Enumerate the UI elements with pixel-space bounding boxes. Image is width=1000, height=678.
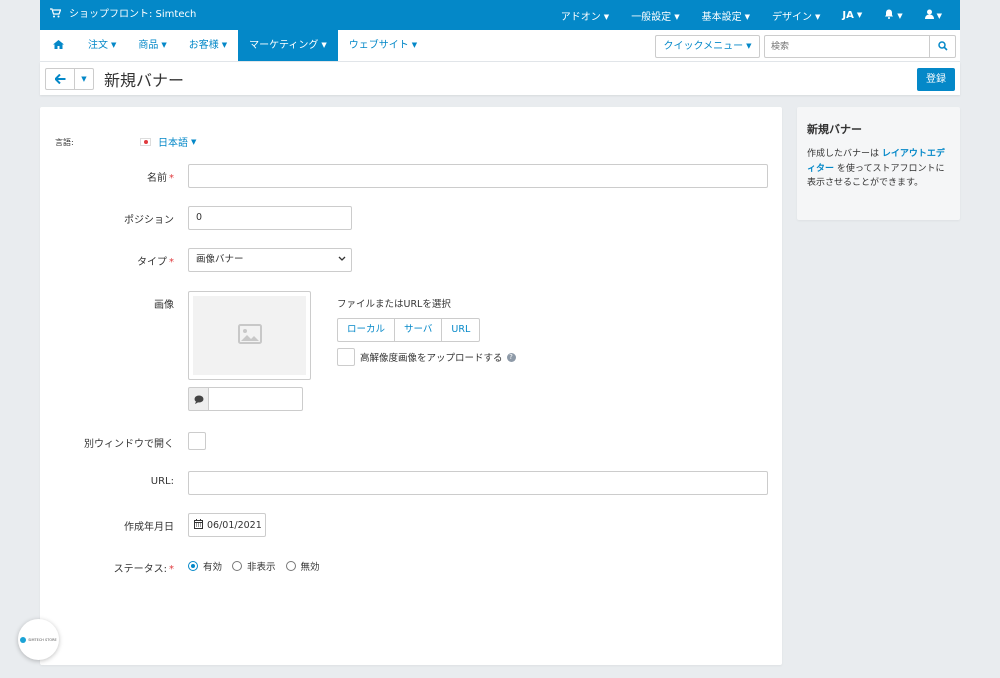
caret-down-icon: ▼ (111, 41, 117, 49)
sidebar-text: 作成したバナーは レイアウトエディター を使ってストアフロントに表示させることが… (807, 149, 945, 188)
position-field[interactable]: 0 (188, 206, 352, 230)
date-picker[interactable]: 06/01/2021 (188, 513, 266, 537)
chevron-down-icon (338, 249, 346, 271)
caret-down-icon: ▼ (321, 41, 327, 49)
bell-icon (884, 9, 894, 22)
date-label: 作成年月日 (124, 522, 174, 533)
caret-down-icon: ▼ (856, 10, 863, 19)
hires-checkbox[interactable] (337, 348, 355, 366)
image-alt-input[interactable] (209, 387, 303, 411)
new-window-checkbox[interactable] (188, 432, 206, 450)
caret-down-icon: ▼ (674, 12, 680, 21)
name-label: 名前 * (147, 173, 174, 184)
position-label: ポジション (124, 215, 174, 226)
caret-down-icon: ▼ (191, 137, 197, 146)
hires-label: 高解像度画像をアップロードする (360, 353, 503, 364)
flag-japan-icon (140, 137, 151, 146)
hires-row: 高解像度画像をアップロードする ? (337, 348, 516, 366)
storefront-selector[interactable]: ショップフロント: Simtech (50, 0, 196, 30)
status-radio-group: 有効 非表示 無効 (188, 559, 330, 573)
banner-form: 言語: 日本語 ▼ 名前 * ポジション 0 タイプ * 画像バナー 画像 ファイル… (40, 107, 782, 665)
search-input[interactable] (764, 35, 930, 58)
caret-down-icon: ▼ (603, 12, 610, 21)
caret-down-icon: ▼ (936, 11, 942, 20)
main-nav: 注文 ▼ 商品 ▼ お客様 ▼ マーケティング ▼ ウェブサイト ▼ クイックメニュー ▼ (40, 30, 960, 62)
simtech-store-badge[interactable]: SIMTECH STORE (18, 619, 59, 660)
status-hidden-option[interactable]: 非表示 (232, 559, 276, 573)
url-label: URL: (150, 476, 174, 487)
back-button[interactable] (45, 68, 75, 90)
nav-customers[interactable]: お客様 ▼ (178, 30, 238, 61)
page-title: 新規バナー (104, 71, 185, 90)
caret-down-icon: ▼ (746, 42, 752, 50)
caret-down-icon: ▼ (221, 41, 228, 49)
caret-down-icon: ▼ (81, 75, 87, 83)
status-disabled-radio[interactable] (285, 561, 296, 571)
quick-menu-button[interactable]: クイックメニュー ▼ (655, 35, 760, 58)
search-button[interactable] (929, 35, 956, 58)
sidebar-title: 新規バナー (807, 123, 862, 136)
file-source-buttons: ローカル サーバ URL (337, 318, 481, 342)
badge-text: SIMTECH STORE (28, 637, 57, 642)
user-menu[interactable]: ▼ (924, 9, 942, 22)
source-local-button[interactable]: ローカル (337, 318, 396, 342)
top-menu-language[interactable]: JA ▼ (842, 10, 862, 21)
nav-products[interactable]: 商品 ▼ (127, 30, 177, 61)
image-alt-group (188, 387, 303, 411)
nav-website[interactable]: ウェブサイト ▼ (338, 30, 428, 61)
back-dropdown-button[interactable]: ▼ (75, 68, 94, 90)
status-label: ステータス: * (113, 564, 174, 575)
nav-marketing[interactable]: マーケティング ▼ (238, 30, 338, 61)
nav-home[interactable] (40, 30, 77, 61)
image-preview (188, 291, 311, 380)
top-menu-addons[interactable]: アドオン ▼ (561, 8, 609, 23)
info-sidebar: 新規バナー 作成したバナーは レイアウトエディター を使ってストアフロントに表示… (797, 107, 960, 220)
caret-down-icon: ▼ (897, 11, 903, 20)
top-menu: アドオン ▼ 一般設定 ▼ 基本設定 ▼ デザイン ▼ JA ▼ ▼ ▼ (539, 0, 942, 30)
save-button[interactable]: 登録 (917, 68, 955, 91)
storefront-label: ショップフロント: Simtech (69, 9, 197, 20)
file-source-title: ファイルまたはURLを選択 (337, 299, 451, 310)
caret-down-icon: ▼ (744, 12, 750, 21)
top-bar: ショップフロント: Simtech アドオン ▼ 一般設定 ▼ 基本設定 ▼ デザイン… (40, 0, 960, 30)
top-menu-basic-settings[interactable]: 基本設定 ▼ (702, 8, 750, 23)
top-menu-general-settings[interactable]: 一般設定 ▼ (631, 8, 679, 23)
caret-down-icon: ▼ (161, 41, 167, 49)
status-disabled-option[interactable]: 無効 (285, 559, 320, 573)
arrow-left-icon (54, 73, 74, 87)
status-hidden-radio[interactable] (232, 561, 243, 571)
type-select[interactable]: 画像バナー (188, 248, 352, 272)
status-active-radio[interactable] (188, 561, 198, 571)
top-menu-design[interactable]: デザイン ▼ (772, 8, 820, 23)
caret-down-icon: ▼ (814, 12, 821, 21)
title-bar: ▼ 新規バナー 登録 (40, 62, 960, 95)
url-field[interactable] (188, 471, 768, 495)
language-label: 言語: (55, 138, 74, 147)
language-selector[interactable]: 日本語 ▼ (140, 134, 196, 149)
source-server-button[interactable]: サーバ (394, 318, 443, 342)
search-icon (938, 41, 948, 54)
nav-items: 注文 ▼ 商品 ▼ お客様 ▼ マーケティング ▼ ウェブサイト ▼ (40, 30, 428, 61)
nav-orders[interactable]: 注文 ▼ (77, 30, 127, 61)
image-placeholder-icon (237, 324, 262, 347)
status-active-option[interactable]: 有効 (188, 559, 222, 573)
logo-icon (20, 636, 27, 643)
type-label: タイプ * (137, 257, 174, 268)
source-url-button[interactable]: URL (441, 318, 481, 342)
name-field[interactable] (188, 164, 768, 188)
new-window-label: 別ウィンドウで開く (84, 439, 174, 450)
notifications-menu[interactable]: ▼ (884, 9, 903, 22)
caret-down-icon: ▼ (411, 41, 418, 49)
user-icon (924, 9, 934, 22)
comment-icon (188, 387, 209, 411)
cart-icon (50, 0, 62, 30)
back-button-group: ▼ (45, 68, 94, 90)
home-icon (53, 39, 64, 52)
question-icon[interactable]: ? (506, 352, 516, 362)
image-label: 画像 (154, 300, 174, 311)
calendar-icon (194, 518, 203, 532)
